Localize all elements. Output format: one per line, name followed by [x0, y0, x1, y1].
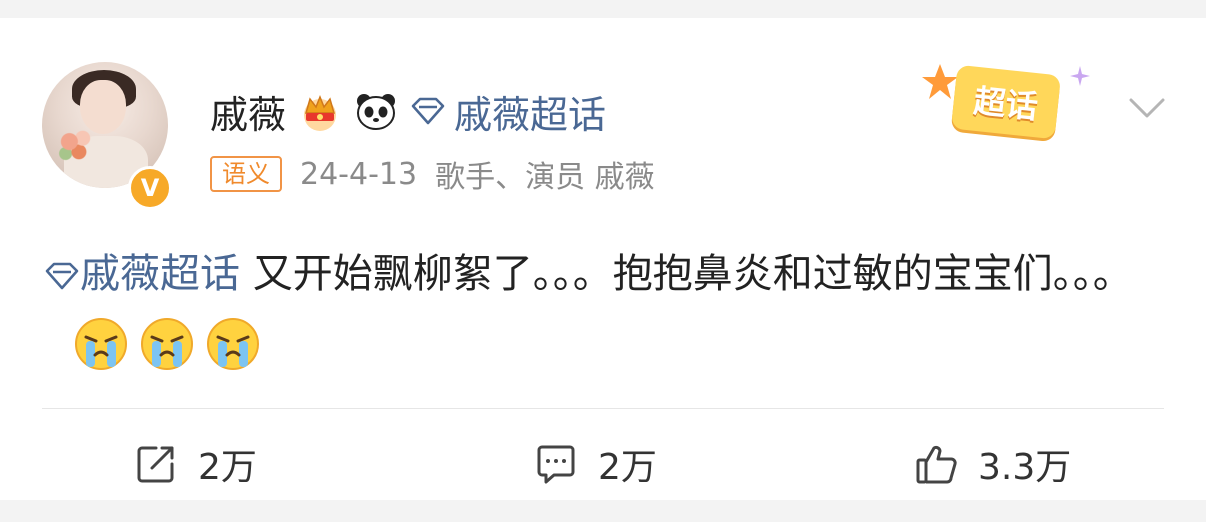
comment-button[interactable]: 2万: [534, 432, 657, 496]
weibo-post-card: V 戚薇 戚薇超话 语义 24-4-13 歌手、演员 戚薇 超话 戚薇超话 又开…: [0, 18, 1206, 500]
like-button[interactable]: 3.3万: [914, 432, 1071, 496]
diamond-icon: [411, 97, 445, 125]
sparkle-icon: [1070, 66, 1090, 86]
sticker-label: 超话: [950, 64, 1062, 140]
repost-button[interactable]: 2万: [134, 432, 257, 496]
content-supertopic-link[interactable]: 戚薇超话: [44, 251, 240, 297]
author-description: 歌手、演员 戚薇: [435, 160, 655, 195]
author-supertopic-label: 戚薇超话: [454, 92, 607, 137]
post-meta: 语义 24-4-13 歌手、演员 戚薇: [210, 154, 655, 195]
thumbs-up-icon: [916, 445, 957, 484]
repost-icon: [137, 446, 174, 483]
repost-count: 2万: [198, 447, 257, 488]
diamond-icon: [45, 262, 79, 290]
chevron-down-icon[interactable]: [1128, 96, 1166, 120]
author-supertopic-link[interactable]: 戚薇超话: [410, 84, 606, 139]
post-content: 戚薇超话 又开始飘柳絮了。。。抱抱鼻炎和过敏的宝宝们。。。: [44, 240, 1164, 376]
author-name[interactable]: 戚薇: [210, 84, 286, 139]
crying-face-icon: [207, 318, 259, 370]
action-bar: 2万 2万 3.3万: [0, 432, 1206, 496]
content-text: 又开始飘柳絮了。。。抱抱鼻炎和过敏的宝宝们。。。: [240, 251, 1133, 297]
semantic-tag[interactable]: 语义: [210, 156, 282, 192]
emoji-row: [74, 317, 260, 371]
panda-icon: [357, 94, 396, 130]
comment-count: 2万: [598, 447, 657, 488]
like-count: 3.3万: [978, 447, 1072, 488]
content-supertopic-label: 戚薇超话: [80, 251, 240, 297]
verified-badge-icon: V: [128, 166, 172, 210]
crown-icon: [304, 94, 337, 131]
crying-face-icon: [141, 318, 193, 370]
comment-icon: [537, 445, 575, 484]
supertopic-sticker[interactable]: 超话: [920, 62, 1100, 142]
divider: [42, 408, 1164, 409]
crying-face-icon: [75, 318, 127, 370]
post-date: 24-4-13: [300, 156, 418, 192]
author-row: 戚薇 戚薇超话: [210, 84, 606, 139]
